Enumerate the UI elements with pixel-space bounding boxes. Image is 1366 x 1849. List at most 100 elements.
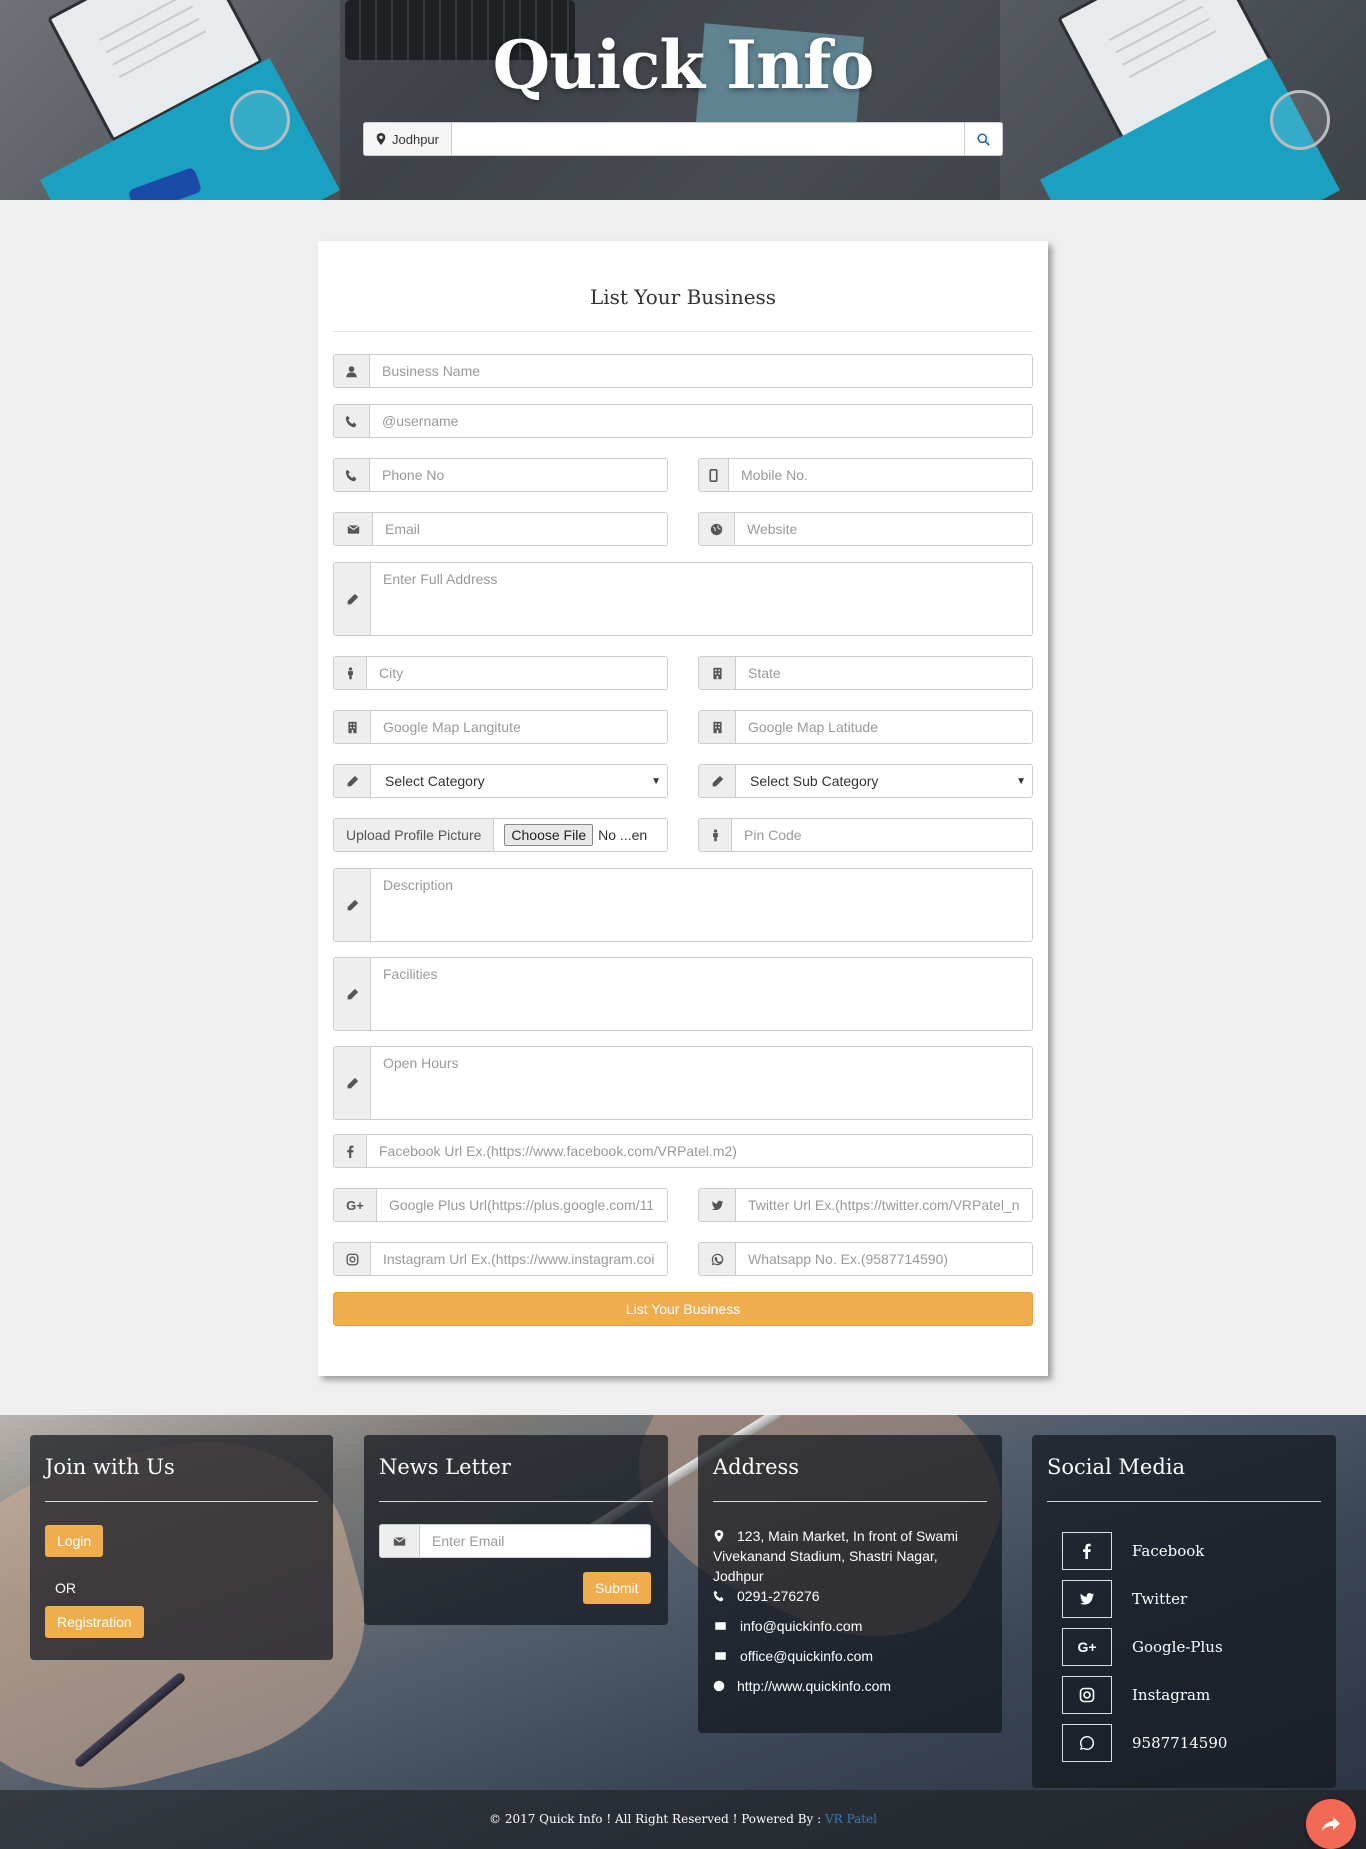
twitter-icon[interactable] (1062, 1580, 1112, 1618)
business-name-input[interactable] (370, 355, 1032, 387)
choose-file-button[interactable]: Choose File (504, 824, 594, 846)
upload-label: Upload Profile Picture (334, 819, 495, 851)
username-input[interactable] (370, 405, 1032, 437)
list-business-submit-button[interactable]: List Your Business (333, 1292, 1033, 1326)
address-panel: Address 123, Main Market, In front of Sw… (698, 1435, 1002, 1733)
address-website[interactable]: http://www.quickinfo.com (737, 1676, 891, 1696)
map-longitude-group (333, 710, 668, 744)
social-instagram-label[interactable]: Instagram (1132, 1686, 1210, 1704)
pencil-icon (334, 563, 371, 635)
mobile-input[interactable] (729, 459, 1032, 491)
facebook-icon[interactable] (1062, 1532, 1112, 1570)
facilities-group (333, 957, 1033, 1031)
social-google-plus[interactable]: G+ Google-Plus (1062, 1628, 1223, 1666)
social-facebook-label[interactable]: Facebook (1132, 1542, 1204, 1560)
address-email1-row: info@quickinfo.com (713, 1616, 862, 1636)
business-name-group (333, 354, 1033, 388)
instagram-url-input[interactable] (371, 1243, 667, 1275)
social-facebook[interactable]: Facebook (1062, 1532, 1204, 1570)
login-button[interactable]: Login (45, 1525, 104, 1557)
google-plus-icon[interactable]: G+ (1062, 1628, 1112, 1666)
sub-category-select-value: Select Sub Category (750, 773, 879, 789)
phone-input[interactable] (370, 459, 667, 491)
address-email-info[interactable]: info@quickinfo.com (740, 1616, 862, 1636)
location-selector[interactable]: Jodhpur (364, 123, 452, 155)
join-panel: Join with Us Login OR Registration (30, 1435, 333, 1660)
description-textarea[interactable] (371, 869, 1032, 941)
twitter-url-input[interactable] (736, 1189, 1032, 1221)
pencil-icon (334, 869, 371, 941)
join-divider (45, 1501, 318, 1502)
social-instagram[interactable]: Instagram (1062, 1676, 1210, 1714)
social-twitter[interactable]: Twitter (1062, 1580, 1187, 1618)
facebook-url-input[interactable] (367, 1135, 1032, 1167)
map-latitude-group (698, 710, 1033, 744)
whatsapp-icon[interactable] (1062, 1724, 1112, 1762)
twitter-group (698, 1188, 1033, 1222)
pencil-icon (334, 958, 371, 1030)
website-group (698, 512, 1033, 546)
instagram-icon[interactable] (1062, 1676, 1112, 1714)
whatsapp-input[interactable] (736, 1243, 1032, 1275)
file-status: No ...en (598, 827, 648, 843)
building-icon (699, 657, 736, 689)
newsletter-email-input[interactable] (420, 1525, 650, 1557)
registration-button[interactable]: Registration (45, 1606, 144, 1638)
open-hours-textarea[interactable] (371, 1047, 1032, 1119)
copyright-text: © 2017 Quick Info ! All Right Reserved !… (0, 1812, 1366, 1826)
email-input[interactable] (373, 513, 667, 545)
newsletter-panel: News Letter Submit (364, 1435, 668, 1625)
address-street-row: 123, Main Market, In front of Swami Vive… (713, 1526, 983, 1586)
address-email-office[interactable]: office@quickinfo.com (740, 1646, 873, 1666)
map-latitude-input[interactable] (736, 711, 1032, 743)
footer: Join with Us Login OR Registration News … (0, 1415, 1366, 1849)
share-button[interactable] (1306, 1799, 1356, 1849)
facebook-icon (334, 1135, 367, 1167)
pencil-icon (699, 765, 736, 797)
newsletter-divider (379, 1501, 653, 1502)
google-plus-url-input[interactable] (377, 1189, 667, 1221)
address-textarea[interactable] (371, 563, 1032, 635)
social-divider (1047, 1501, 1321, 1502)
username-group (333, 404, 1033, 438)
or-label: OR (55, 1580, 76, 1596)
social-google-plus-label[interactable]: Google-Plus (1132, 1638, 1223, 1656)
instagram-icon (334, 1243, 371, 1275)
city-input[interactable] (367, 657, 667, 689)
social-twitter-label[interactable]: Twitter (1132, 1590, 1187, 1608)
envelope-icon (380, 1525, 420, 1557)
phone-icon (334, 459, 370, 491)
social-whatsapp-label[interactable]: 9587714590 (1132, 1734, 1227, 1752)
search-input[interactable] (451, 123, 964, 155)
newsletter-submit-button[interactable]: Submit (583, 1572, 651, 1604)
facebook-group (333, 1134, 1033, 1168)
social-title: Social Media (1047, 1455, 1186, 1479)
sub-category-select[interactable]: Select Sub Category ▼ (736, 765, 1032, 797)
file-picker: Choose File No ...en (494, 819, 647, 851)
address-title: Address (713, 1455, 800, 1479)
state-input[interactable] (736, 657, 1032, 689)
map-longitude-input[interactable] (371, 711, 667, 743)
facilities-textarea[interactable] (371, 958, 1032, 1030)
category-select[interactable]: Select Category ▼ (371, 765, 667, 797)
search-button[interactable] (964, 123, 1002, 155)
person-icon (334, 657, 367, 689)
globe-icon (713, 1680, 725, 1692)
envelope-icon (334, 513, 373, 545)
twitter-icon (699, 1189, 736, 1221)
mobile-icon (699, 459, 729, 491)
pin-code-input[interactable] (732, 819, 1032, 851)
address-divider (713, 1501, 987, 1502)
header-banner: Quick Info Jodhpur (0, 0, 1366, 200)
search-icon (977, 132, 990, 146)
pin-code-group (698, 818, 1033, 852)
social-whatsapp[interactable]: 9587714590 (1062, 1724, 1227, 1762)
website-input[interactable] (735, 513, 1032, 545)
powered-by-link[interactable]: VR Patel (825, 1812, 877, 1826)
caret-down-icon: ▼ (1016, 775, 1026, 787)
building-icon (334, 711, 371, 743)
social-panel: Social Media Facebook Twitter G+ Google-… (1032, 1435, 1336, 1788)
google-plus-group: G+ (333, 1188, 668, 1222)
envelope-icon (715, 1652, 726, 1660)
phone-icon (713, 1590, 724, 1602)
